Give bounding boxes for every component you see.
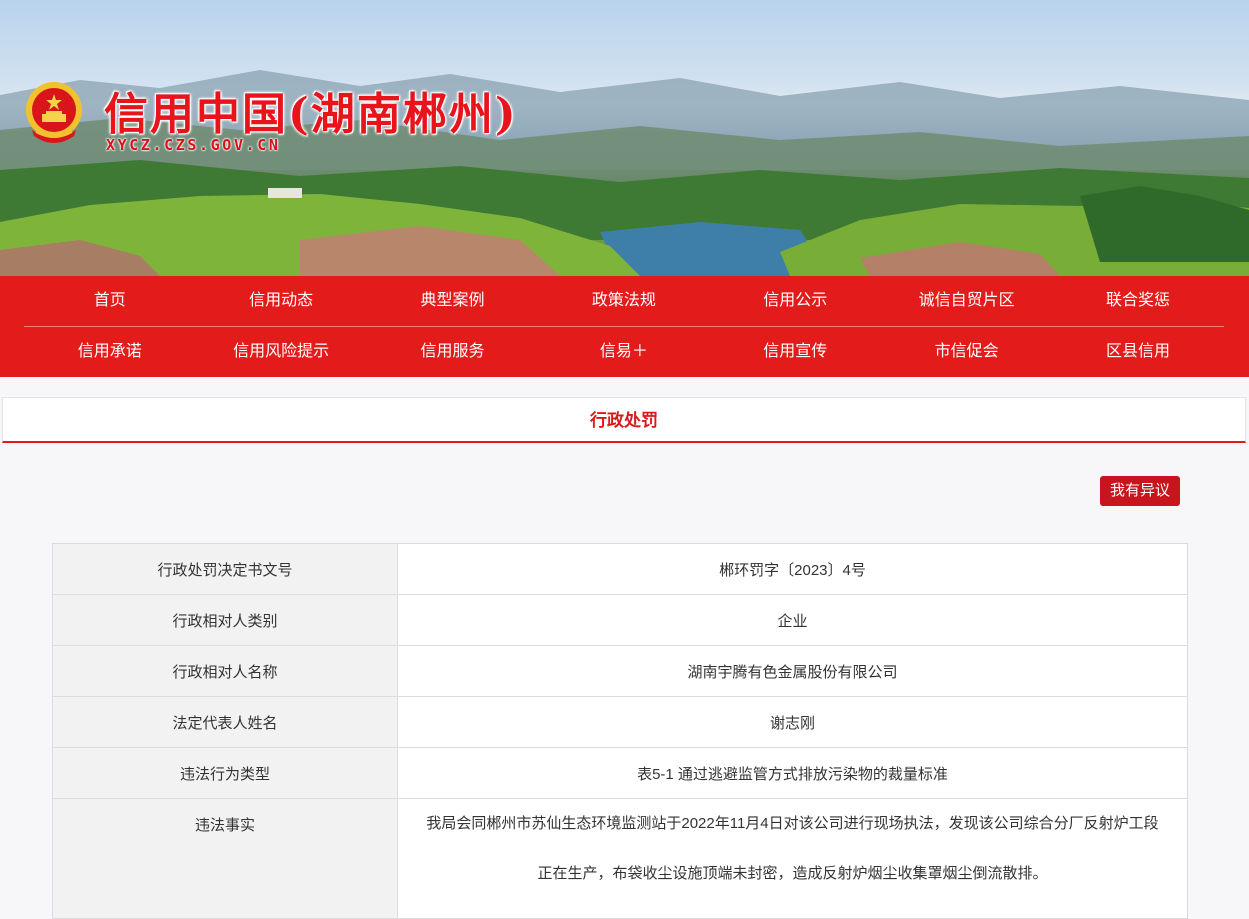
row-label-party-type: 行政相对人类别 <box>52 594 398 646</box>
nav-item-credit-commitment[interactable]: 信用承诺 <box>24 327 195 377</box>
table-row: 行政相对人类别 企业 <box>52 594 1188 646</box>
row-label-violation-facts: 违法事实 <box>52 798 398 919</box>
table-row: 法定代表人姓名 谢志刚 <box>52 696 1188 748</box>
violation-facts-line-1: 我局会同郴州市苏仙生态环境监测站于2022年11月4日对该公司进行现场执法，发现… <box>426 815 1159 832</box>
nav-row-1: 首页 信用动态 典型案例 政策法规 信用公示 诚信自贸片区 联合奖惩 <box>24 276 1224 326</box>
row-label-legal-rep: 法定代表人姓名 <box>52 696 398 748</box>
nav-item-free-trade-zone[interactable]: 诚信自贸片区 <box>881 276 1052 326</box>
nav-row-2: 信用承诺 信用风险提示 信用服务 信易＋ 信用宣传 市信促会 区县信用 <box>24 327 1224 377</box>
table-row: 违法事实 我局会同郴州市苏仙生态环境监测站于2022年11月4日对该公司进行现场… <box>52 798 1188 919</box>
row-value-party-type: 企业 <box>397 594 1188 646</box>
site-url: XYCZ.CZS.GOV.CN <box>106 136 281 154</box>
table-row: 违法行为类型 表5-1 通过逃避监管方式排放污染物的裁量标准 <box>52 747 1188 799</box>
row-value-violation-type: 表5-1 通过逃避监管方式排放污染物的裁量标准 <box>397 747 1188 799</box>
table-row: 行政处罚决定书文号 郴环罚字〔2023〕4号 <box>52 543 1188 595</box>
nav-item-joint-rewards[interactable]: 联合奖惩 <box>1052 276 1223 326</box>
nav-item-xinyi-plus[interactable]: 信易＋ <box>538 327 709 377</box>
row-value-legal-rep: 谢志刚 <box>397 696 1188 748</box>
nav-item-county-credit[interactable]: 区县信用 <box>1052 327 1223 377</box>
row-value-decision-number: 郴环罚字〔2023〕4号 <box>397 543 1188 595</box>
nav-item-city-association[interactable]: 市信促会 <box>881 327 1052 377</box>
nav-item-policies[interactable]: 政策法规 <box>538 276 709 326</box>
row-label-decision-number: 行政处罚决定书文号 <box>52 543 398 595</box>
nav-item-typical-cases[interactable]: 典型案例 <box>367 276 538 326</box>
nav-item-risk-alerts[interactable]: 信用风险提示 <box>195 327 366 377</box>
nav-item-credit-services[interactable]: 信用服务 <box>367 327 538 377</box>
penalty-detail-table: 行政处罚决定书文号 郴环罚字〔2023〕4号 行政相对人类别 企业 行政相对人名… <box>52 543 1188 919</box>
site-title: 信用中国(湖南郴州) <box>104 89 518 140</box>
objection-button[interactable]: 我有异议 <box>1100 476 1180 506</box>
nav-item-home[interactable]: 首页 <box>24 276 195 326</box>
row-value-party-name: 湖南宇腾有色金属股份有限公司 <box>397 645 1188 697</box>
nav-item-credit-news[interactable]: 信用动态 <box>195 276 366 326</box>
row-label-violation-type: 违法行为类型 <box>52 747 398 799</box>
row-label-party-name: 行政相对人名称 <box>52 645 398 697</box>
national-emblem-icon <box>26 82 82 143</box>
section-header: 行政处罚 <box>2 397 1246 443</box>
nav-item-credit-promotion[interactable]: 信用宣传 <box>710 327 881 377</box>
violation-facts-line-2: 正在生产，布袋收尘设施顶端未封密，造成反射炉烟尘收集罩烟尘倒流散排。 <box>537 865 1048 882</box>
table-row: 行政相对人名称 湖南宇腾有色金属股份有限公司 <box>52 645 1188 697</box>
row-value-violation-facts: 我局会同郴州市苏仙生态环境监测站于2022年11月4日对该公司进行现场执法，发现… <box>397 798 1188 919</box>
main-nav: 首页 信用动态 典型案例 政策法规 信用公示 诚信自贸片区 联合奖惩 信用承诺 … <box>0 276 1249 377</box>
section-title: 行政处罚 <box>590 411 658 430</box>
nav-item-credit-disclosure[interactable]: 信用公示 <box>710 276 881 326</box>
site-banner: 信用中国(湖南郴州) XYCZ.CZS.GOV.CN <box>0 0 1249 276</box>
